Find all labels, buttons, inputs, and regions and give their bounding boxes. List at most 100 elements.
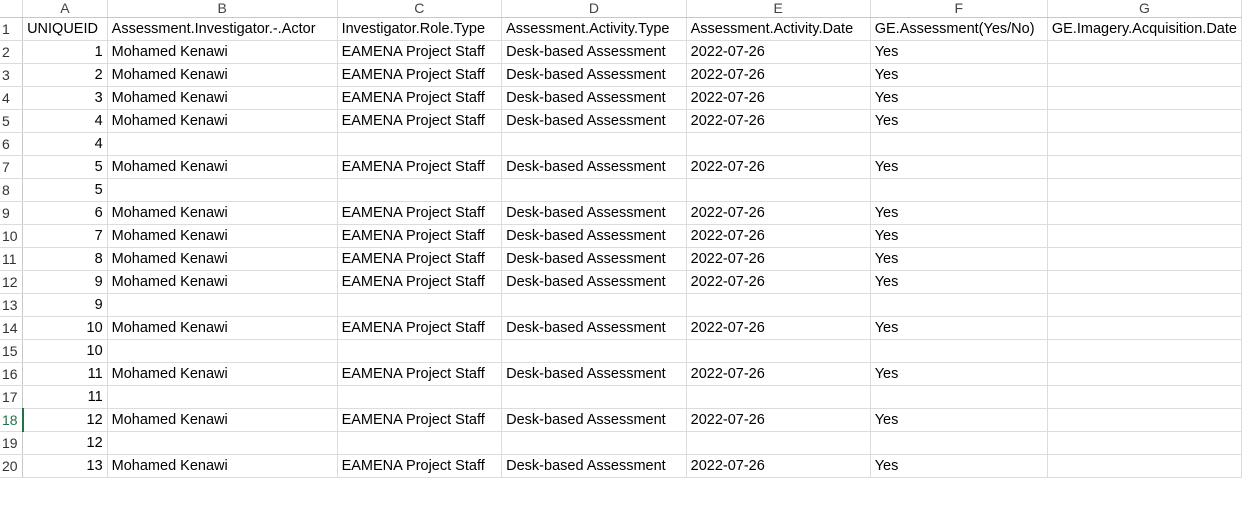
- cell-investigator-role[interactable]: [337, 385, 503, 409]
- cell-activity-date[interactable]: [686, 385, 871, 409]
- cell-activity-type[interactable]: [501, 385, 687, 409]
- cell-investigator-role[interactable]: EAMENA Project Staff: [337, 454, 503, 478]
- cell-activity-type[interactable]: Desk-based Assessment: [501, 155, 687, 179]
- cell-activity-type[interactable]: Desk-based Assessment: [501, 63, 687, 87]
- cell-activity-type[interactable]: Desk-based Assessment: [501, 362, 687, 386]
- cell-investigator-actor[interactable]: [107, 293, 338, 317]
- cell-ge-assessment[interactable]: Yes: [870, 247, 1048, 271]
- cell-ge-imagery-date[interactable]: [1047, 270, 1242, 294]
- cell-uniqueid[interactable]: 10: [22, 339, 108, 363]
- cell-investigator-actor[interactable]: Mohamed Kenawi: [107, 201, 338, 225]
- cell-investigator-actor[interactable]: Mohamed Kenawi: [107, 86, 338, 110]
- cell-ge-assessment[interactable]: [870, 431, 1048, 455]
- cell-investigator-actor[interactable]: Mohamed Kenawi: [107, 270, 338, 294]
- cell-uniqueid[interactable]: 9: [22, 270, 108, 294]
- cell-activity-date[interactable]: 2022-07-26: [686, 201, 871, 225]
- row-header-14[interactable]: 14: [0, 316, 24, 340]
- cell-activity-date[interactable]: 2022-07-26: [686, 224, 871, 248]
- row-header-1[interactable]: 1: [0, 17, 24, 41]
- cell-activity-date[interactable]: 2022-07-26: [686, 155, 871, 179]
- row-header-20[interactable]: 20: [0, 454, 24, 478]
- row-header-10[interactable]: 10: [0, 224, 24, 248]
- cell-uniqueid[interactable]: 5: [22, 178, 108, 202]
- row-header-16[interactable]: 16: [0, 362, 24, 386]
- row-header-18[interactable]: 18: [0, 408, 24, 432]
- row-header-8[interactable]: 8: [0, 178, 24, 202]
- cell-uniqueid[interactable]: 3: [22, 86, 108, 110]
- cell-investigator-actor[interactable]: Mohamed Kenawi: [107, 454, 338, 478]
- cell-ge-imagery-date[interactable]: [1047, 454, 1242, 478]
- cell-activity-type[interactable]: Desk-based Assessment: [501, 454, 687, 478]
- cell-activity-type[interactable]: Assessment.Activity.Type: [501, 17, 687, 41]
- cell-uniqueid[interactable]: 8: [22, 247, 108, 271]
- cell-activity-type[interactable]: Desk-based Assessment: [501, 408, 687, 432]
- cell-ge-imagery-date[interactable]: [1047, 86, 1242, 110]
- row-header-19[interactable]: 19: [0, 431, 24, 455]
- cell-ge-imagery-date[interactable]: [1047, 40, 1242, 64]
- cell-ge-imagery-date[interactable]: [1047, 339, 1242, 363]
- cell-uniqueid[interactable]: 4: [22, 132, 108, 156]
- cell-ge-imagery-date[interactable]: [1047, 155, 1242, 179]
- cell-activity-type[interactable]: Desk-based Assessment: [501, 247, 687, 271]
- cell-ge-assessment[interactable]: Yes: [870, 362, 1048, 386]
- cell-ge-assessment[interactable]: Yes: [870, 109, 1048, 133]
- cell-ge-assessment[interactable]: Yes: [870, 270, 1048, 294]
- cell-investigator-actor[interactable]: Mohamed Kenawi: [107, 155, 338, 179]
- cell-ge-imagery-date[interactable]: [1047, 201, 1242, 225]
- cell-activity-date[interactable]: 2022-07-26: [686, 408, 871, 432]
- column-header-f[interactable]: F: [870, 0, 1048, 18]
- row-header-7[interactable]: 7: [0, 155, 24, 179]
- cell-ge-imagery-date[interactable]: [1047, 293, 1242, 317]
- select-all-corner[interactable]: [0, 0, 24, 18]
- cell-investigator-actor[interactable]: Mohamed Kenawi: [107, 63, 338, 87]
- cell-investigator-role[interactable]: EAMENA Project Staff: [337, 63, 503, 87]
- cell-activity-date[interactable]: 2022-07-26: [686, 63, 871, 87]
- cell-uniqueid[interactable]: 11: [22, 362, 108, 386]
- cell-activity-type[interactable]: Desk-based Assessment: [501, 224, 687, 248]
- cell-ge-assessment[interactable]: Yes: [870, 63, 1048, 87]
- cell-ge-imagery-date[interactable]: [1047, 431, 1242, 455]
- cell-investigator-role[interactable]: [337, 431, 503, 455]
- column-header-c[interactable]: C: [337, 0, 503, 18]
- cell-ge-assessment[interactable]: Yes: [870, 86, 1048, 110]
- cell-investigator-role[interactable]: EAMENA Project Staff: [337, 247, 503, 271]
- cell-activity-date[interactable]: 2022-07-26: [686, 247, 871, 271]
- cell-ge-assessment[interactable]: Yes: [870, 454, 1048, 478]
- cell-investigator-actor[interactable]: Mohamed Kenawi: [107, 109, 338, 133]
- cell-uniqueid[interactable]: 12: [22, 431, 108, 455]
- cell-activity-date[interactable]: Assessment.Activity.Date: [686, 17, 871, 41]
- cell-activity-type[interactable]: [501, 431, 687, 455]
- cell-activity-date[interactable]: [686, 339, 871, 363]
- cell-investigator-actor[interactable]: Mohamed Kenawi: [107, 316, 338, 340]
- row-header-4[interactable]: 4: [0, 86, 24, 110]
- column-header-a[interactable]: A: [22, 0, 108, 18]
- cell-uniqueid[interactable]: 4: [22, 109, 108, 133]
- cell-investigator-role[interactable]: [337, 293, 503, 317]
- cell-activity-date[interactable]: [686, 293, 871, 317]
- cell-investigator-actor[interactable]: Mohamed Kenawi: [107, 247, 338, 271]
- column-header-g[interactable]: G: [1047, 0, 1242, 18]
- cell-activity-date[interactable]: [686, 132, 871, 156]
- cell-activity-type[interactable]: [501, 132, 687, 156]
- cell-ge-assessment[interactable]: [870, 339, 1048, 363]
- cell-activity-type[interactable]: Desk-based Assessment: [501, 40, 687, 64]
- row-header-11[interactable]: 11: [0, 247, 24, 271]
- cell-investigator-role[interactable]: EAMENA Project Staff: [337, 201, 503, 225]
- cell-ge-assessment[interactable]: Yes: [870, 224, 1048, 248]
- column-header-d[interactable]: D: [501, 0, 687, 18]
- cell-ge-imagery-date[interactable]: [1047, 224, 1242, 248]
- cell-ge-assessment[interactable]: [870, 178, 1048, 202]
- cell-ge-imagery-date[interactable]: GE.Imagery.Acquisition.Date: [1047, 17, 1242, 41]
- cell-activity-type[interactable]: Desk-based Assessment: [501, 201, 687, 225]
- cell-investigator-role[interactable]: EAMENA Project Staff: [337, 155, 503, 179]
- cell-activity-date[interactable]: 2022-07-26: [686, 86, 871, 110]
- cell-investigator-role[interactable]: EAMENA Project Staff: [337, 362, 503, 386]
- cell-investigator-actor[interactable]: [107, 431, 338, 455]
- row-header-17[interactable]: 17: [0, 385, 24, 409]
- row-header-9[interactable]: 9: [0, 201, 24, 225]
- cell-investigator-actor[interactable]: [107, 178, 338, 202]
- cell-investigator-role[interactable]: EAMENA Project Staff: [337, 86, 503, 110]
- cell-ge-imagery-date[interactable]: [1047, 385, 1242, 409]
- cell-ge-imagery-date[interactable]: [1047, 109, 1242, 133]
- cell-uniqueid[interactable]: 11: [22, 385, 108, 409]
